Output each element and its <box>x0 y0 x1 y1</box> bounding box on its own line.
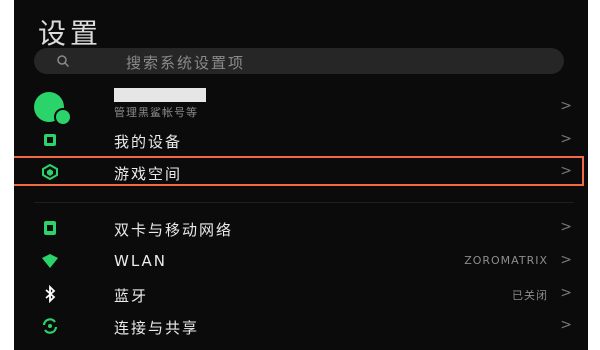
account-row[interactable]: 管理黑鲨帐号等 > <box>14 86 588 126</box>
bluetooth-icon <box>45 284 56 304</box>
chevron-right-icon: > <box>560 163 572 179</box>
chevron-right-icon: > <box>560 219 572 235</box>
settings-item-label: 蓝牙 <box>114 287 149 305</box>
device-icon <box>44 134 56 146</box>
wlan-network-name: ZOROMATRIX <box>464 254 548 267</box>
settings-item-label: 我的设备 <box>114 133 183 151</box>
settings-item-connection-sharing[interactable]: 连接与共享 > <box>14 310 588 342</box>
settings-item-label: 双卡与移动网络 <box>114 221 234 239</box>
page-title: 设置 <box>38 17 103 50</box>
settings-item-label: 游戏空间 <box>114 165 183 183</box>
chevron-right-icon: > <box>560 252 572 268</box>
game-space-icon <box>42 163 58 181</box>
search-bar[interactable]: 搜索系统设置项 <box>34 48 564 74</box>
settings-item-wlan[interactable]: WLAN ZOROMATRIX > <box>14 245 588 277</box>
sim-card-icon <box>44 221 56 235</box>
account-subtitle: 管理黑鲨帐号等 <box>114 106 198 119</box>
chevron-right-icon: > <box>560 98 572 114</box>
connection-sharing-icon <box>42 318 58 334</box>
settings-item-label: WLAN <box>114 252 168 270</box>
chevron-right-icon: > <box>560 131 572 147</box>
chevron-right-icon: > <box>560 285 572 301</box>
section-divider <box>34 202 574 203</box>
bluetooth-status: 已关闭 <box>512 289 548 302</box>
settings-item-label: 连接与共享 <box>114 319 200 337</box>
settings-item-bluetooth[interactable]: 蓝牙 已关闭 > <box>14 278 588 310</box>
wifi-icon <box>42 254 58 268</box>
settings-item-game-space[interactable]: 游戏空间 > <box>14 156 588 188</box>
search-placeholder: 搜索系统设置项 <box>126 54 246 72</box>
search-icon <box>57 55 70 68</box>
settings-item-my-device[interactable]: 我的设备 > <box>14 124 588 156</box>
account-name-redacted <box>114 88 206 102</box>
settings-item-sim-network[interactable]: 双卡与移动网络 > <box>14 212 588 244</box>
chevron-right-icon: > <box>560 317 572 333</box>
settings-screen: 设置 搜索系统设置项 管理黑鲨帐号等 > 我的设备 > 游戏空间 > 双卡与移动… <box>14 0 588 350</box>
